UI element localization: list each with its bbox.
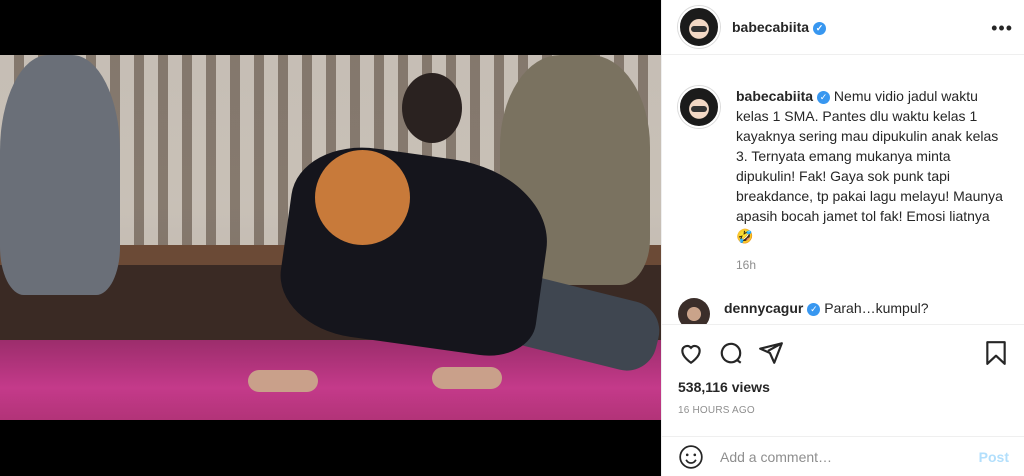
header-username[interactable]: babecabiita ✓ bbox=[732, 19, 827, 35]
bookmark-icon bbox=[986, 341, 1006, 365]
save-button[interactable] bbox=[969, 333, 1009, 373]
post-timestamp[interactable]: 16 HOURS AGO bbox=[678, 405, 1009, 416]
like-button[interactable] bbox=[678, 333, 718, 373]
comment-button[interactable] bbox=[718, 333, 758, 373]
video-player[interactable] bbox=[0, 55, 661, 420]
caption-timestamp[interactable]: 16h bbox=[736, 258, 1009, 272]
verified-badge-icon: ✓ bbox=[813, 22, 827, 35]
comments-list[interactable]: babecabiita ✓ Nemu vidio jadul waktu kela… bbox=[662, 56, 1024, 324]
avatar[interactable] bbox=[678, 6, 720, 48]
verified-badge-icon: ✓ bbox=[817, 91, 831, 104]
post-header: babecabiita ✓ ••• bbox=[662, 0, 1024, 55]
comment-avatar[interactable] bbox=[678, 298, 710, 324]
caption-username[interactable]: babecabiita bbox=[736, 88, 813, 104]
action-icons bbox=[678, 333, 1009, 373]
comment-input[interactable] bbox=[720, 448, 979, 465]
post-side-panel: babecabiita ✓ ••• babecabiita ✓ Nemu vidio… bbox=[661, 0, 1024, 476]
comment-body: Parah…kumpul? bbox=[824, 300, 929, 316]
post-comment-button[interactable]: Post bbox=[979, 449, 1009, 465]
comment-item: dennycagur ✓ Parah…kumpul? bbox=[678, 298, 1009, 324]
comment-icon bbox=[720, 342, 742, 364]
emoji-icon[interactable] bbox=[678, 444, 704, 470]
verified-badge-icon: ✓ bbox=[807, 303, 821, 316]
post-actions: 538,116 views 16 HOURS AGO bbox=[662, 324, 1024, 424]
comment-username[interactable]: dennycagur bbox=[724, 300, 803, 316]
share-icon bbox=[759, 342, 783, 364]
share-button[interactable] bbox=[758, 333, 798, 373]
media-area bbox=[0, 0, 661, 476]
caption-item: babecabiita ✓ Nemu vidio jadul waktu kela… bbox=[678, 86, 1009, 246]
view-count[interactable]: 538,116 views bbox=[678, 379, 1009, 395]
add-comment-bar: Post bbox=[662, 436, 1024, 476]
more-options-icon[interactable]: ••• bbox=[991, 18, 1013, 39]
caption-body: Nemu vidio jadul waktu kelas 1 SMA. Pant… bbox=[736, 88, 1003, 244]
caption-text: babecabiita ✓ Nemu vidio jadul waktu kela… bbox=[736, 86, 1006, 246]
caption-avatar[interactable] bbox=[678, 86, 720, 128]
comment-text: dennycagur ✓ Parah…kumpul? bbox=[724, 298, 929, 318]
heart-icon bbox=[681, 344, 701, 365]
